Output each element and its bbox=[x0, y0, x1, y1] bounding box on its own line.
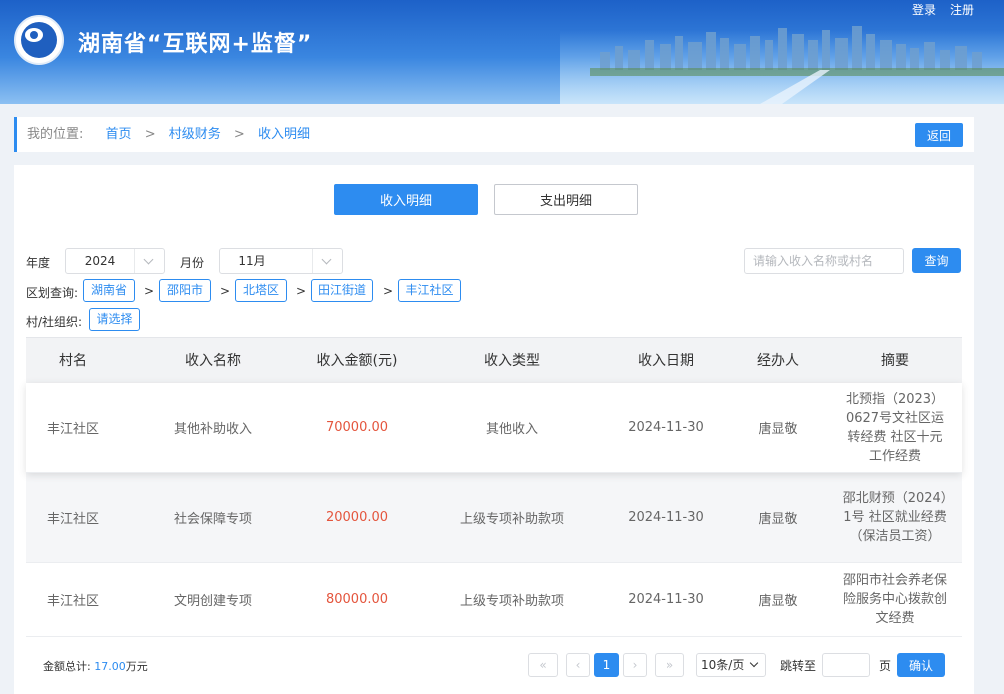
region-label: 区划查询: bbox=[26, 286, 79, 300]
cell-village: 丰江社区 bbox=[46, 594, 99, 609]
region-separator: > bbox=[383, 284, 394, 298]
page-unit-label: 页 bbox=[879, 659, 892, 673]
cell-village: 丰江社区 bbox=[46, 422, 99, 437]
confirm-jump-button[interactable]: 确认 bbox=[897, 653, 945, 677]
breadcrumb-home-link[interactable]: 首页 bbox=[106, 127, 132, 142]
site-header: 湖南省“互联网+监督” 登录 注册 bbox=[0, 0, 1004, 104]
breadcrumb: 我的位置: 首页 > 村级财务 > 收入明细 bbox=[27, 117, 310, 152]
org-label: 村/社组织: bbox=[26, 315, 83, 329]
cell-amount: 70000.00 bbox=[325, 420, 389, 435]
site-logo-icon bbox=[14, 15, 64, 65]
cell-handler: 唐显敬 bbox=[758, 512, 798, 527]
last-page-button[interactable]: » bbox=[655, 653, 684, 677]
logo-pupil bbox=[30, 31, 38, 39]
cell-income-name: 其他补助收入 bbox=[173, 422, 252, 437]
month-select[interactable]: 11月 bbox=[219, 248, 343, 274]
header-memo: 摘要 bbox=[881, 353, 909, 369]
tab-expense-detail[interactable]: 支出明细 bbox=[494, 184, 638, 215]
header-links: 登录 注册 bbox=[912, 1, 974, 18]
cell-date: 2024-11-30 bbox=[628, 510, 704, 525]
header-handler: 经办人 bbox=[757, 353, 799, 369]
tab-income-detail[interactable]: 收入明细 bbox=[334, 184, 478, 215]
total-unit: 万元 bbox=[125, 660, 148, 673]
login-link[interactable]: 登录 bbox=[912, 1, 936, 18]
breadcrumb-separator: > bbox=[144, 127, 156, 142]
region-chip-beita[interactable]: 北塔区 bbox=[235, 279, 287, 302]
chevron-down-icon bbox=[134, 249, 164, 273]
year-select-value: 2024 bbox=[84, 254, 116, 268]
region-chip-hunan[interactable]: 湖南省 bbox=[83, 279, 135, 302]
amount-total: 金额总计: 17.00万元 bbox=[43, 658, 148, 674]
breadcrumb-separator: > bbox=[233, 127, 245, 142]
jump-page-input[interactable] bbox=[822, 653, 870, 677]
first-page-button[interactable]: « bbox=[528, 653, 558, 677]
cell-handler: 唐显敬 bbox=[758, 594, 798, 609]
next-page-button[interactable]: › bbox=[623, 653, 647, 677]
table-row[interactable]: 丰江社区 社会保障专项 20000.00 上级专项补助款项 2024-11-30… bbox=[26, 473, 962, 563]
page-size-select[interactable]: 10条/页 bbox=[696, 653, 766, 677]
region-separator: > bbox=[144, 284, 155, 298]
region-separator: > bbox=[296, 284, 307, 298]
back-button[interactable]: 返回 bbox=[915, 123, 963, 147]
month-select-value: 11月 bbox=[238, 254, 266, 268]
cell-village: 丰江社区 bbox=[46, 512, 99, 527]
region-chip-shaoyang[interactable]: 邵阳市 bbox=[159, 279, 211, 302]
cell-handler: 唐显敬 bbox=[758, 422, 798, 437]
site-title: 湖南省“互联网+监督” bbox=[78, 32, 313, 57]
cell-amount: 20000.00 bbox=[325, 510, 389, 525]
month-label: 月份 bbox=[180, 256, 205, 270]
year-select[interactable]: 2024 bbox=[65, 248, 165, 274]
search-input[interactable] bbox=[744, 248, 904, 274]
header-amount: 收入金额(元) bbox=[316, 353, 398, 369]
cell-memo: 北预指（2023）0627号文社区运转经费 社区十元工作经费 bbox=[845, 391, 945, 464]
header-income-name: 收入名称 bbox=[185, 353, 241, 369]
region-chip-fengjiang[interactable]: 丰江社区 bbox=[398, 279, 461, 302]
total-value: 17.00 bbox=[94, 660, 126, 673]
cell-amount: 80000.00 bbox=[325, 592, 389, 607]
register-link[interactable]: 注册 bbox=[950, 1, 974, 18]
header-village: 村名 bbox=[59, 353, 87, 369]
cell-income-name: 文明创建专项 bbox=[173, 594, 252, 609]
cell-income-type: 上级专项补助款项 bbox=[459, 512, 564, 527]
cell-income-type: 上级专项补助款项 bbox=[459, 594, 564, 609]
cell-date: 2024-11-30 bbox=[628, 592, 704, 607]
query-button[interactable]: 查询 bbox=[912, 248, 961, 273]
breadcrumb-bar: 我的位置: 首页 > 村级财务 > 收入明细 返回 bbox=[14, 117, 974, 152]
cell-income-type: 其他收入 bbox=[485, 422, 538, 437]
table-header: 村名 收入名称 收入金额(元) 收入类型 收入日期 经办人 摘要 bbox=[26, 337, 962, 383]
breadcrumb-prefix: 我的位置: bbox=[27, 127, 84, 142]
chevron-down-icon bbox=[312, 249, 342, 273]
cell-income-name: 社会保障专项 bbox=[173, 512, 252, 527]
cell-memo: 邵阳市社会养老保险服务中心拨款创文经费 bbox=[842, 573, 947, 626]
main-panel: 收入明细 支出明细 年度 2024 月份 11月 查询 区划查询: 湖南省 > … bbox=[14, 165, 974, 694]
header-income-type: 收入类型 bbox=[484, 353, 540, 369]
page-1-button[interactable]: 1 bbox=[594, 653, 619, 677]
breadcrumb-village-finance-link[interactable]: 村级财务 bbox=[169, 127, 221, 142]
table-row[interactable]: 丰江社区 其他补助收入 70000.00 其他收入 2024-11-30 唐显敬… bbox=[26, 383, 962, 473]
breadcrumb-current: 收入明细 bbox=[257, 127, 310, 142]
jump-label: 跳转至 bbox=[780, 659, 817, 673]
cell-memo: 邵北财预（2024）1号 社区就业经费（保洁员工资） bbox=[842, 491, 948, 544]
year-label: 年度 bbox=[26, 256, 51, 270]
prev-page-button[interactable]: ‹ bbox=[566, 653, 590, 677]
cell-date: 2024-11-30 bbox=[628, 420, 704, 435]
region-separator: > bbox=[220, 284, 231, 298]
header-date: 收入日期 bbox=[638, 353, 694, 369]
table-row[interactable]: 丰江社区 文明创建专项 80000.00 上级专项补助款项 2024-11-30… bbox=[26, 563, 962, 637]
region-chip-tianjiang[interactable]: 田江街道 bbox=[311, 279, 373, 302]
org-select-button[interactable]: 请选择 bbox=[89, 308, 140, 331]
total-label: 金额总计: bbox=[43, 660, 91, 673]
